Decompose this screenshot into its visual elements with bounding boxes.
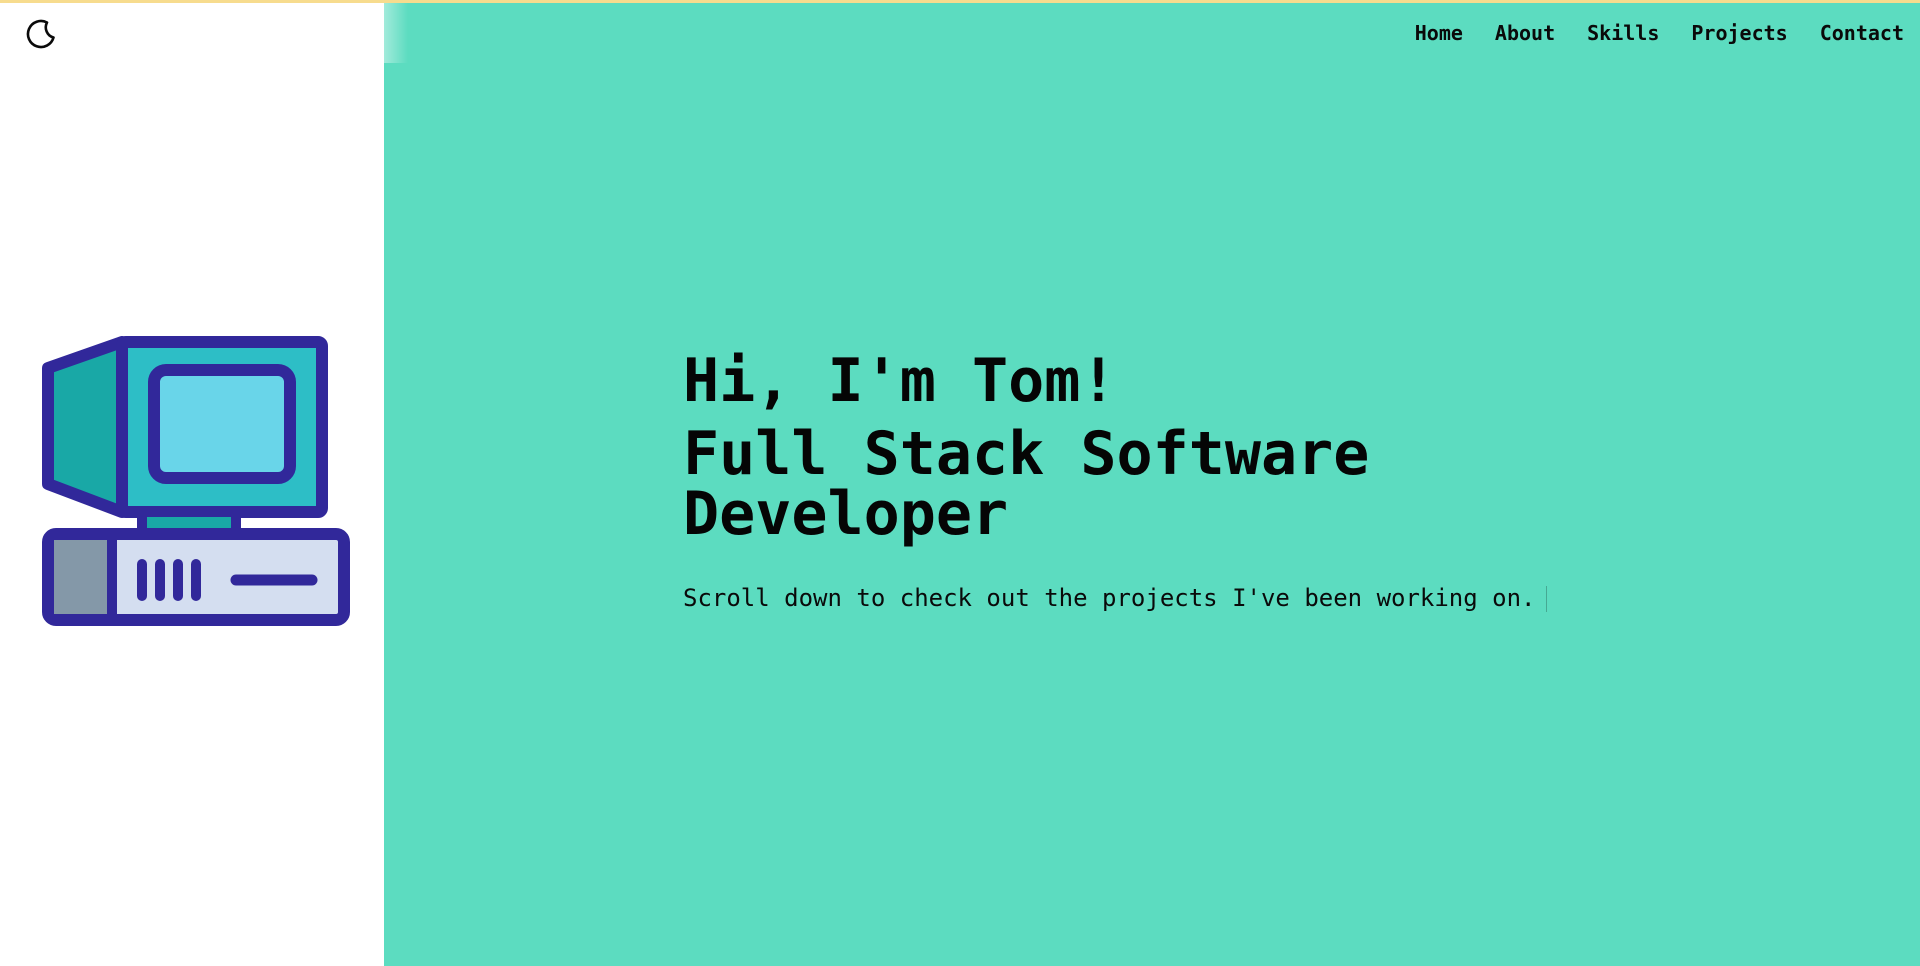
- hero-text: Hi, I'm Tom! Full Stack Software Develop…: [683, 346, 1583, 614]
- left-panel: [0, 0, 384, 966]
- hero-tagline: Scroll down to check out the projects I'…: [683, 584, 1536, 612]
- top-accent-bar: [0, 0, 1920, 3]
- desktop-computer-icon: [42, 336, 350, 626]
- top-navigation: Home About Skills Projects Contact: [0, 3, 1920, 63]
- hero-greeting: Hi, I'm Tom!: [683, 346, 1117, 416]
- nav-link-about[interactable]: About: [1495, 21, 1555, 45]
- moon-icon[interactable]: [24, 17, 58, 51]
- nav-link-contact[interactable]: Contact: [1820, 21, 1904, 45]
- nav-link-home[interactable]: Home: [1415, 21, 1463, 45]
- hero-tagline-line: Scroll down to check out the projects I'…: [683, 582, 1583, 614]
- typing-cursor: [1545, 586, 1547, 612]
- nav-links: Home About Skills Projects Contact: [1383, 3, 1904, 63]
- hero-role: Full Stack Software Developer: [683, 419, 1370, 549]
- nav-link-projects[interactable]: Projects: [1691, 21, 1787, 45]
- nav-link-skills[interactable]: Skills: [1587, 21, 1659, 45]
